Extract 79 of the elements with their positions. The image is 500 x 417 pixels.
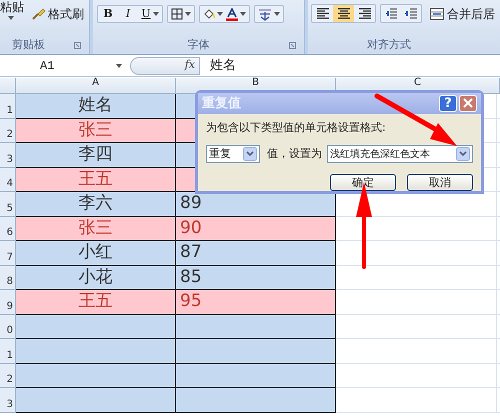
- column-header[interactable]: C: [414, 78, 421, 88]
- insert-function-button[interactable]: fx: [184, 57, 195, 74]
- row-header[interactable]: 3: [0, 388, 16, 412]
- table-cell: 张三: [16, 216, 176, 241]
- align-button[interactable]: [333, 5, 354, 22]
- font-color-button[interactable]: [226, 8, 246, 20]
- format-dropdown[interactable]: 浅红填充色深红色文本: [327, 145, 473, 163]
- table-cell: 张三: [16, 118, 176, 143]
- table-cell: [176, 143, 195, 166]
- dropdown-caret-icon[interactable]: [456, 147, 470, 161]
- phonetic-button[interactable]: [254, 5, 284, 23]
- row-header[interactable]: 1: [0, 94, 16, 118]
- indent-icon: [385, 8, 397, 20]
- table-cell: [176, 118, 195, 142]
- merge-center-button[interactable]: 合并后居: [430, 4, 495, 23]
- indent-icon: [405, 8, 417, 20]
- caret-icon: [185, 12, 191, 16]
- dialog-launcher-icon[interactable]: [289, 42, 296, 48]
- format-painter-button[interactable]: 格式刷: [32, 5, 84, 23]
- dialog-prompt: 为包含以下类型值的单元格设置格式:: [206, 120, 386, 136]
- table-cell: 王五: [16, 168, 176, 192]
- brush-icon: [32, 8, 46, 20]
- help-button[interactable]: ?: [439, 94, 457, 112]
- dropdown-caret-icon[interactable]: [243, 147, 257, 161]
- row-header[interactable]: 8: [0, 266, 16, 290]
- format-label: 值，设置为: [267, 146, 322, 162]
- type-dropdown[interactable]: 重复: [206, 145, 260, 163]
- table-cell: 李六: [16, 192, 176, 216]
- table-cell: 李四: [16, 143, 176, 168]
- close-button[interactable]: [459, 94, 477, 112]
- caret-icon: [152, 12, 159, 16]
- row-header[interactable]: 5: [0, 192, 16, 216]
- row-header[interactable]: 4: [0, 168, 16, 192]
- table-cell: 姓名: [16, 94, 176, 118]
- row-header[interactable]: 1: [0, 339, 16, 364]
- borders-icon: [171, 8, 183, 20]
- table-cell: 90: [176, 216, 336, 241]
- merge-cells-icon: [430, 8, 444, 20]
- paint-bucket-icon: [203, 8, 215, 20]
- paste-label[interactable]: 粘贴: [0, 0, 24, 14]
- table-cell: 87: [176, 241, 336, 266]
- table-cell: 89: [176, 192, 336, 216]
- column-header[interactable]: A: [92, 78, 99, 88]
- table-cell: 小红: [16, 241, 176, 266]
- dialog-title: 重复值: [202, 94, 241, 112]
- font-color-icon: [226, 8, 238, 20]
- table-cell: 85: [176, 266, 336, 290]
- formula-field[interactable]: 姓名: [210, 56, 236, 76]
- name-box[interactable]: A1: [0, 55, 130, 76]
- close-icon: [463, 98, 473, 108]
- column-header[interactable]: B: [252, 78, 259, 88]
- caret-icon: [217, 12, 223, 16]
- row-header[interactable]: 0: [0, 314, 16, 339]
- alignment-group-label: 对齐方式: [367, 36, 411, 53]
- phonetic-guide-icon: [258, 8, 272, 20]
- table-cell: [176, 94, 195, 118]
- caret-icon: [116, 64, 122, 68]
- italic-button[interactable]: I: [118, 6, 138, 22]
- table-cell: [176, 168, 195, 191]
- table-cell: 小花: [16, 266, 176, 290]
- fill-color-button[interactable]: [203, 8, 223, 20]
- dialog-launcher-icon[interactable]: [74, 42, 81, 48]
- caret-icon: [274, 12, 280, 16]
- row-header[interactable]: 2: [0, 118, 16, 143]
- table-cell: 王五: [16, 290, 176, 314]
- caret-icon: [240, 12, 246, 16]
- cancel-button[interactable]: 取消: [407, 174, 473, 191]
- bold-button[interactable]: B: [98, 6, 118, 22]
- borders-button[interactable]: [167, 5, 195, 23]
- row-header[interactable]: 6: [0, 216, 16, 241]
- row-header[interactable]: 3: [0, 143, 16, 168]
- font-group-label: 字体: [188, 36, 210, 53]
- clipboard-group-label: 剪贴板: [12, 36, 45, 53]
- row-header[interactable]: 7: [0, 241, 16, 266]
- row-header[interactable]: 2: [0, 364, 16, 388]
- row-header[interactable]: 9: [0, 290, 16, 314]
- underline-button[interactable]: U: [138, 6, 162, 22]
- caret-icon: [8, 16, 14, 20]
- table-cell: 95: [176, 290, 336, 314]
